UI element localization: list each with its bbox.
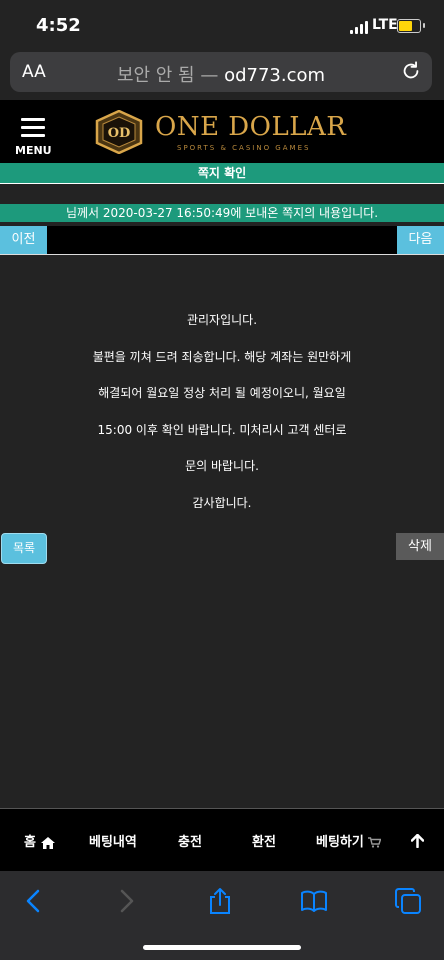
bookmarks-icon[interactable] [300, 887, 328, 915]
nav-place-bet-label: 베팅하기 [316, 835, 364, 850]
message-line: 15:00 이후 확인 바랍니다. 미처리시 고객 센터로 [97, 422, 347, 437]
menu-button[interactable] [14, 118, 54, 142]
logo-subtitle: SPORTS & CASINO GAMES [177, 144, 311, 152]
logo-emblem-icon: OD [95, 110, 143, 154]
network-label: LTE [372, 17, 398, 33]
back-icon[interactable] [20, 887, 48, 915]
reload-icon[interactable] [400, 60, 422, 82]
status-time: 4:52 [36, 15, 81, 36]
url-display[interactable]: 보안 안 됨 — od773.com [10, 61, 432, 87]
cart-icon [368, 837, 382, 848]
delete-button[interactable]: 삭제 [396, 533, 444, 560]
tabs-icon[interactable] [394, 887, 422, 915]
list-button[interactable]: 목록 [1, 533, 47, 564]
battery-icon [397, 19, 425, 33]
page-title: 쪽지 확인 [0, 163, 444, 184]
site-header: MENU OD ONE DOLLAR SPORTS & CASINO GAMES [0, 100, 444, 163]
home-indicator[interactable] [143, 945, 301, 950]
forward-icon[interactable] [112, 887, 140, 915]
message-line: 관리자입니다. [186, 313, 258, 327]
logo-emblem-text: OD [108, 126, 131, 141]
message-nav: 이전 다음 [0, 226, 444, 255]
message-line: 문의 바랍니다. [185, 459, 259, 473]
prev-button[interactable]: 이전 [0, 226, 47, 254]
nav-withdraw[interactable]: 환전 [252, 831, 276, 850]
address-bar[interactable]: AA 보안 안 됨 — od773.com [10, 52, 432, 92]
message-line: 해결되어 월요일 정상 처리 될 예정이오니, 월요일 [98, 386, 346, 400]
message-line: 감사합니다. [192, 495, 252, 510]
message-line: 불편을 끼쳐 드려 죄송합니다. 해당 계좌는 원만하게 [92, 349, 352, 364]
signal-icon [350, 20, 370, 34]
message-info: 님께서 2020-03-27 16:50:49에 보내온 쪽지의 내용입니다. [0, 204, 444, 222]
nav-home[interactable]: 홈 [24, 831, 55, 850]
security-warning: 보안 안 됨 — [116, 65, 219, 86]
url-host: od773.com [224, 65, 326, 86]
status-bar: 4:52 LTE [0, 0, 444, 48]
logo-text: ONE DOLLAR [155, 112, 347, 142]
home-icon [40, 836, 55, 849]
nav-deposit[interactable]: 충전 [178, 831, 202, 850]
next-button[interactable]: 다음 [397, 226, 444, 254]
nav-home-label: 홈 [24, 835, 36, 850]
bottom-nav: 홈 베팅내역 충전 환전 베팅하기 [0, 808, 444, 872]
nav-betting-history[interactable]: 베팅내역 [89, 831, 137, 850]
share-icon[interactable] [206, 887, 234, 915]
site-logo[interactable]: OD ONE DOLLAR SPORTS & CASINO GAMES [93, 108, 355, 156]
nav-place-bet[interactable]: 베팅하기 [316, 831, 382, 850]
menu-label[interactable]: MENU [15, 144, 52, 157]
scroll-top-icon[interactable] [411, 834, 424, 848]
message-body: 관리자입니다. 불편을 끼쳐 드려 죄송합니다. 해당 계좌는 원만하게 해결되… [0, 308, 444, 527]
